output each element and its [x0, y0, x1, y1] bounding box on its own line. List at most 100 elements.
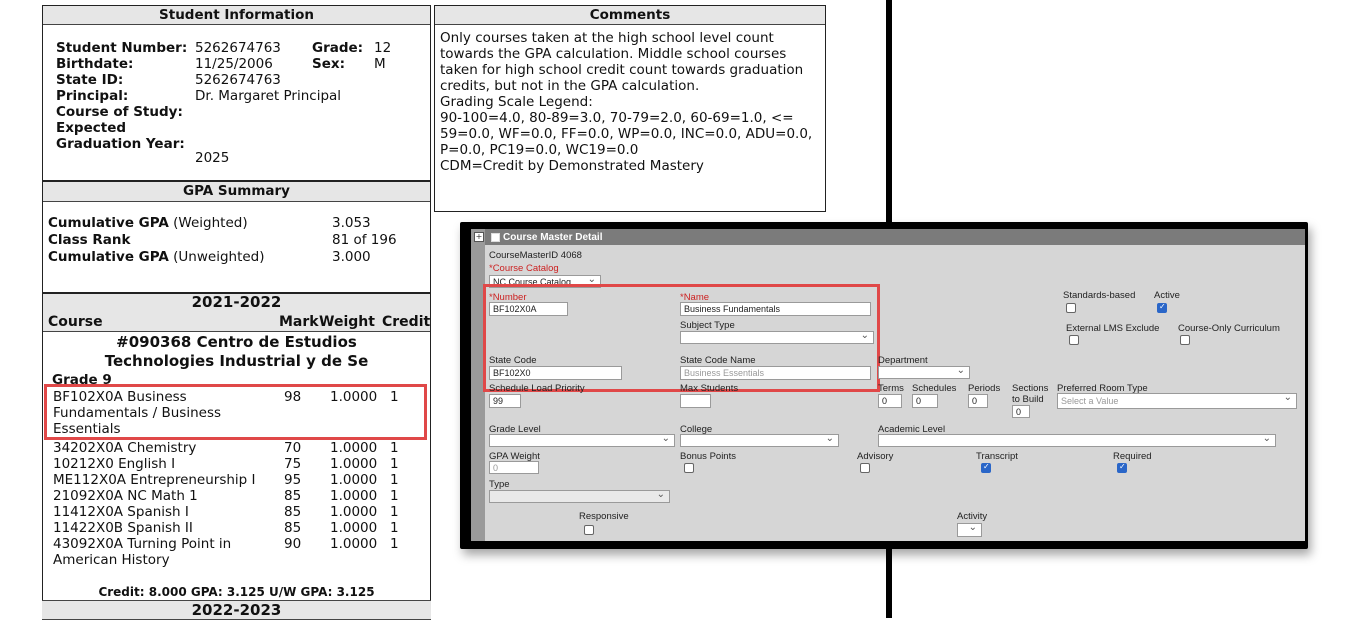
course-mark: 70 [284, 440, 302, 456]
academic-level-select[interactable] [878, 434, 1276, 447]
max-students-field[interactable] [680, 394, 711, 408]
course-credit: 1 [390, 456, 399, 472]
standards-based-checkbox[interactable] [1066, 303, 1076, 313]
state-code-field[interactable]: BF102X0 [489, 366, 622, 380]
state-code-name-label: State Code Name [680, 355, 756, 366]
table-row: 10212X0 English I 75 1.0000 1 [53, 456, 423, 472]
comment-line: taken for high school credit count towar… [440, 62, 804, 78]
department-select[interactable] [878, 366, 970, 379]
bonus-points-label: Bonus Points [680, 451, 736, 462]
cum-unweighted-value: 3.000 [332, 249, 371, 265]
course-mark: 85 [284, 488, 302, 504]
required-label: Required [1113, 451, 1152, 462]
subject-type-label: Subject Type [680, 320, 735, 331]
active-checkbox[interactable] [1157, 302, 1167, 313]
periods-field[interactable]: 0 [968, 394, 988, 408]
course-credit: 1 [390, 440, 399, 456]
sex-value: M [374, 56, 386, 72]
collapse-icon[interactable] [491, 233, 500, 242]
college-select[interactable] [680, 434, 839, 447]
comment-line: CDM=Credit by Demonstrated Mastery [440, 158, 704, 174]
external-lms-label: External LMS Exclude [1066, 323, 1160, 334]
grade-level-select[interactable] [489, 434, 675, 447]
sections-label: to Build [1012, 394, 1044, 405]
schedule-load-priority-field[interactable]: 99 [489, 394, 521, 408]
sections-field[interactable]: 0 [1012, 405, 1030, 418]
comment-line: 90-100=4.0, 80-89=3.0, 70-79=2.0, 60-69=… [440, 110, 794, 126]
course-weight: 1.0000 [330, 472, 378, 488]
course-weight: 1.0000 [330, 488, 378, 504]
grade-value: 12 [374, 40, 392, 56]
responsive-checkbox[interactable] [584, 525, 594, 535]
principal-label: Principal: [56, 88, 129, 104]
birthdate-value: 11/25/2006 [195, 56, 273, 72]
graduation-year-label: Graduation Year: [56, 136, 185, 152]
gpa-weight-field[interactable]: 0 [489, 461, 539, 474]
course-only-checkbox[interactable] [1180, 335, 1190, 345]
course-name: Essentials [53, 421, 121, 437]
year-summary: Credit: 8.000 GPA: 3.125 U/W GPA: 3.125 [98, 585, 375, 599]
comments-header: Comments [435, 6, 825, 25]
course-name: 34202X0A Chemistry [53, 440, 197, 456]
active-label: Active [1154, 290, 1180, 301]
department-label: Department [878, 355, 928, 366]
comment-line: P=0.0, PC19=0.0, WC19=0.0 [440, 142, 639, 158]
class-rank-value: 81 of 196 [332, 232, 397, 248]
expand-icon[interactable]: + [474, 232, 484, 242]
birthdate-label: Birthdate: [56, 56, 134, 72]
course-name: 11412X0A Spanish I [53, 504, 189, 520]
student-info-header: Student Information [43, 6, 430, 25]
expected-label: Expected [56, 120, 127, 136]
graduation-year-value: 2025 [195, 150, 230, 166]
course-name: Fundamentals / Business [53, 405, 222, 421]
preferred-room-select[interactable]: Select a Value [1057, 393, 1297, 409]
schedules-field[interactable]: 0 [912, 394, 938, 408]
comment-line: Grading Scale Legend: [440, 94, 593, 110]
course-name: ME112X0A Entrepreneurship I [53, 472, 256, 488]
course-mark: 85 [284, 504, 302, 520]
grade-label: Grade: [312, 40, 364, 56]
transcript-label: Transcript [976, 451, 1018, 462]
course-weight: 1.0000 [330, 456, 378, 472]
state-code-label: State Code [489, 355, 537, 366]
sex-label: Sex: [312, 56, 345, 72]
cum-weighted-label: Cumulative GPA (Weighted) [48, 215, 248, 231]
col-weight-header: Weight [319, 314, 375, 330]
periods-label: Periods [968, 383, 1001, 394]
type-select[interactable] [489, 490, 670, 503]
bonus-points-checkbox[interactable] [684, 463, 694, 473]
col-course-header: Course [48, 314, 103, 330]
comments-text: Only courses taken at the high school le… [440, 30, 812, 174]
advisory-checkbox[interactable] [860, 463, 870, 473]
course-only-label: Course-Only Curriculum [1178, 323, 1280, 334]
course-mark: 98 [284, 389, 302, 405]
state-code-name-field[interactable]: Business Essentials [680, 366, 871, 380]
state-id-value: 5262674763 [195, 72, 281, 88]
course-of-study-label: Course of Study: [56, 104, 183, 120]
subject-type-select[interactable] [680, 331, 874, 344]
course-name: 10212X0 English I [53, 456, 176, 472]
principal-value: Dr. Margaret Principal [195, 88, 342, 104]
name-field[interactable]: Business Fundamentals [680, 302, 871, 316]
course-credit: 1 [390, 389, 399, 405]
course-name: 21092X0A NC Math 1 [53, 488, 198, 504]
required-checkbox[interactable] [1117, 462, 1127, 473]
number-field[interactable]: BF102X0A [489, 302, 568, 316]
table-row: 43092X0A Turning Point in 90 1.0000 1 [53, 536, 423, 552]
course-weight: 1.0000 [330, 520, 378, 536]
standards-based-label: Standards-based [1063, 290, 1136, 301]
course-credit: 1 [390, 504, 399, 520]
course-master-title-bar [485, 229, 1305, 245]
sections-label: Sections [1012, 383, 1049, 394]
transcript-checkbox[interactable] [981, 462, 991, 473]
course-weight: 1.0000 [330, 440, 378, 456]
class-rank-label: Class Rank [48, 232, 131, 248]
terms-field[interactable]: 0 [878, 394, 902, 408]
table-row: ME112X0A Entrepreneurship I 95 1.0000 1 [53, 472, 423, 488]
external-lms-checkbox[interactable] [1069, 335, 1079, 345]
course-name: 43092X0A Turning Point in [53, 536, 232, 552]
comment-line: credits, but not in the GPA calculation. [440, 78, 700, 94]
state-id-label: State ID: [56, 72, 124, 88]
course-master-id: CourseMasterID 4068 [489, 250, 582, 261]
activity-select[interactable] [957, 523, 982, 537]
